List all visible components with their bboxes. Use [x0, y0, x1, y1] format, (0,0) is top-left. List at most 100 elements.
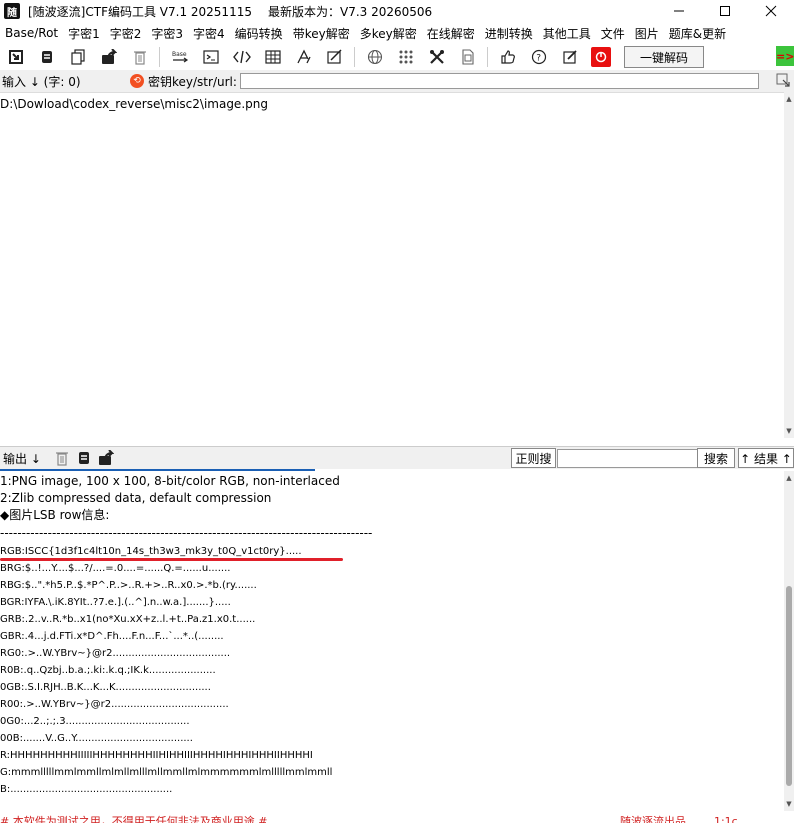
output-bar: 输出 ↓ 正则搜 搜索 ↑ 结果 ↑ — [0, 446, 794, 469]
like-button[interactable] — [492, 45, 523, 69]
output-stack-button[interactable] — [73, 448, 95, 468]
output-textarea[interactable]: 1:PNG image, 100 x 100, 8-bit/color RGB,… — [0, 471, 784, 811]
trash-icon — [133, 51, 146, 65]
scroll-up-icon[interactable]: ▲ — [784, 94, 794, 104]
trash-button[interactable] — [124, 45, 155, 69]
menu-quiz-update[interactable]: 题库&更新 — [664, 25, 731, 42]
search-button[interactable]: 搜索 — [697, 448, 735, 468]
svg-text:Base: Base — [172, 51, 187, 58]
base-button[interactable]: Base — [164, 45, 195, 69]
output-line: R:HHHHHHHHHIIIIIHHHHHHHHIIHIHHIIIHHHHIHH… — [0, 750, 313, 761]
output-trash-button[interactable] — [51, 448, 73, 468]
output-line: B:......................................… — [0, 784, 173, 795]
menu-bar: Base/Rot 字密1 字密2 字密3 字密4 编码转换 带key解密 多ke… — [0, 22, 794, 44]
menu-file[interactable]: 文件 — [596, 25, 630, 42]
toolbar: Base ? 一键解码 — [0, 44, 794, 70]
scroll-down-icon[interactable]: ▼ — [784, 799, 794, 809]
menu-image[interactable]: 图片 — [630, 25, 664, 42]
input-text: D:\Dowload\codex_reverse\misc2\image.png — [0, 97, 268, 111]
maximize-button[interactable] — [702, 0, 748, 22]
help-icon: ? — [531, 49, 546, 65]
tools-button[interactable] — [421, 45, 452, 69]
menu-base-convert[interactable]: 进制转换 — [480, 25, 538, 42]
window-title: [随波逐流]CTF编码工具 V7.1 20251115 — [28, 4, 252, 19]
grid-button[interactable] — [390, 45, 421, 69]
output-line: ----------------------------------------… — [0, 526, 373, 540]
menu-zimi1[interactable]: 字密1 — [63, 25, 105, 42]
scroll-thumb[interactable] — [786, 586, 792, 786]
stop-button[interactable] — [585, 45, 616, 69]
font-button[interactable] — [288, 45, 319, 69]
svg-text:?: ? — [536, 54, 541, 64]
input-bar: 输入 ↓ (字: 0) ⟲ 密钥key/str/url: — [0, 70, 794, 92]
copy-button[interactable] — [62, 45, 93, 69]
menu-zimi2[interactable]: 字密2 — [105, 25, 147, 42]
share-button[interactable] — [93, 45, 124, 69]
regex-search-button[interactable]: 正则搜 — [511, 448, 556, 468]
help-button[interactable]: ? — [523, 45, 554, 69]
result-button[interactable]: ↑ 结果 ↑ — [738, 448, 794, 468]
globe-icon — [367, 49, 382, 65]
menu-multikey-decrypt[interactable]: 多key解密 — [355, 25, 422, 42]
input-scrollbar[interactable]: ▲ ▼ — [784, 92, 794, 438]
share-icon — [101, 49, 117, 64]
output-line: 2:Zlib compressed data, default compress… — [0, 491, 272, 505]
sign-button[interactable] — [319, 45, 350, 69]
close-icon — [765, 5, 777, 17]
key-label: 密钥key/str/url: — [148, 74, 237, 89]
output-line: 0G0:...2..;.;.3.........................… — [0, 716, 190, 727]
signature-icon — [326, 49, 342, 64]
toolbar-separator — [487, 47, 488, 67]
globe-button[interactable] — [359, 45, 390, 69]
code-icon — [232, 50, 251, 64]
output-line: RBG:$..".*h5.P..$.*P^.P..>..R.+>..R..x0.… — [0, 580, 257, 591]
menu-encoding[interactable]: 编码转换 — [230, 25, 288, 42]
output-scrollbar[interactable]: ▲ ▼ — [784, 471, 794, 811]
select-icon[interactable] — [776, 73, 790, 87]
output-line: 0GB:.S.I.RJH..B.K...K...K...............… — [0, 682, 211, 693]
key-input[interactable] — [239, 73, 759, 89]
search-input[interactable] — [557, 449, 698, 468]
arrow-indicator[interactable]: => — [776, 46, 794, 66]
import-button[interactable] — [0, 45, 31, 69]
input-textarea[interactable]: D:\Dowload\codex_reverse\misc2\image.png — [0, 92, 784, 439]
layers-icon — [79, 452, 89, 464]
minimize-button[interactable] — [656, 0, 702, 22]
stack-button[interactable] — [31, 45, 62, 69]
menu-zimi4[interactable]: 字密4 — [188, 25, 230, 42]
output-line: BRG:$..!...Y....$...?/....=.0....=......… — [0, 563, 231, 574]
footer-credit: 随波逐流出品 ...... 1:1c — [620, 815, 738, 823]
trash-icon — [56, 452, 68, 466]
output-line: R0B:.q..Qzbj..b.a.;.ki:.k.q.;IK.k.......… — [0, 665, 216, 676]
output-line: ◆图片LSB row信息: — [0, 508, 110, 522]
menu-base-rot[interactable]: Base/Rot — [0, 26, 63, 40]
title-bar: 随 [随波逐流]CTF编码工具 V7.1 20251115 最新版本为：V7.3… — [0, 0, 794, 22]
table-button[interactable] — [257, 45, 288, 69]
file-button[interactable] — [452, 45, 483, 69]
output-line: RG0:.>..W.YBrv~}@r2.....................… — [0, 648, 231, 659]
input-label: 输入 ↓ (字: 0) — [2, 74, 81, 89]
scroll-down-icon[interactable]: ▼ — [784, 426, 794, 436]
menu-online-decrypt[interactable]: 在线解密 — [422, 25, 480, 42]
stop-icon — [590, 47, 611, 67]
scroll-up-icon[interactable]: ▲ — [784, 473, 794, 483]
font-icon — [296, 49, 311, 64]
tools-icon — [429, 50, 444, 64]
menu-key-decrypt[interactable]: 带key解密 — [288, 25, 355, 42]
close-button[interactable] — [748, 0, 794, 22]
edit-button[interactable] — [554, 45, 585, 69]
code-button[interactable] — [226, 45, 257, 69]
copy-icon — [70, 49, 85, 65]
menu-zimi3[interactable]: 字密3 — [146, 25, 188, 42]
menu-other-tools[interactable]: 其他工具 — [538, 25, 596, 42]
edit-icon — [562, 50, 577, 64]
base-icon: Base — [172, 51, 188, 63]
one-click-decode-button[interactable]: 一键解码 — [624, 46, 704, 68]
latest-version: 最新版本为：V7.3 20260506 — [267, 4, 433, 19]
console-button[interactable] — [195, 45, 226, 69]
output-share-button[interactable] — [95, 448, 117, 468]
window-controls — [656, 0, 794, 22]
footer: # 本软件为测试之用，不得用于任何非法及商业用途 # 随波逐流出品 ......… — [0, 811, 794, 823]
share-icon — [99, 450, 114, 465]
import-icon — [8, 50, 23, 64]
